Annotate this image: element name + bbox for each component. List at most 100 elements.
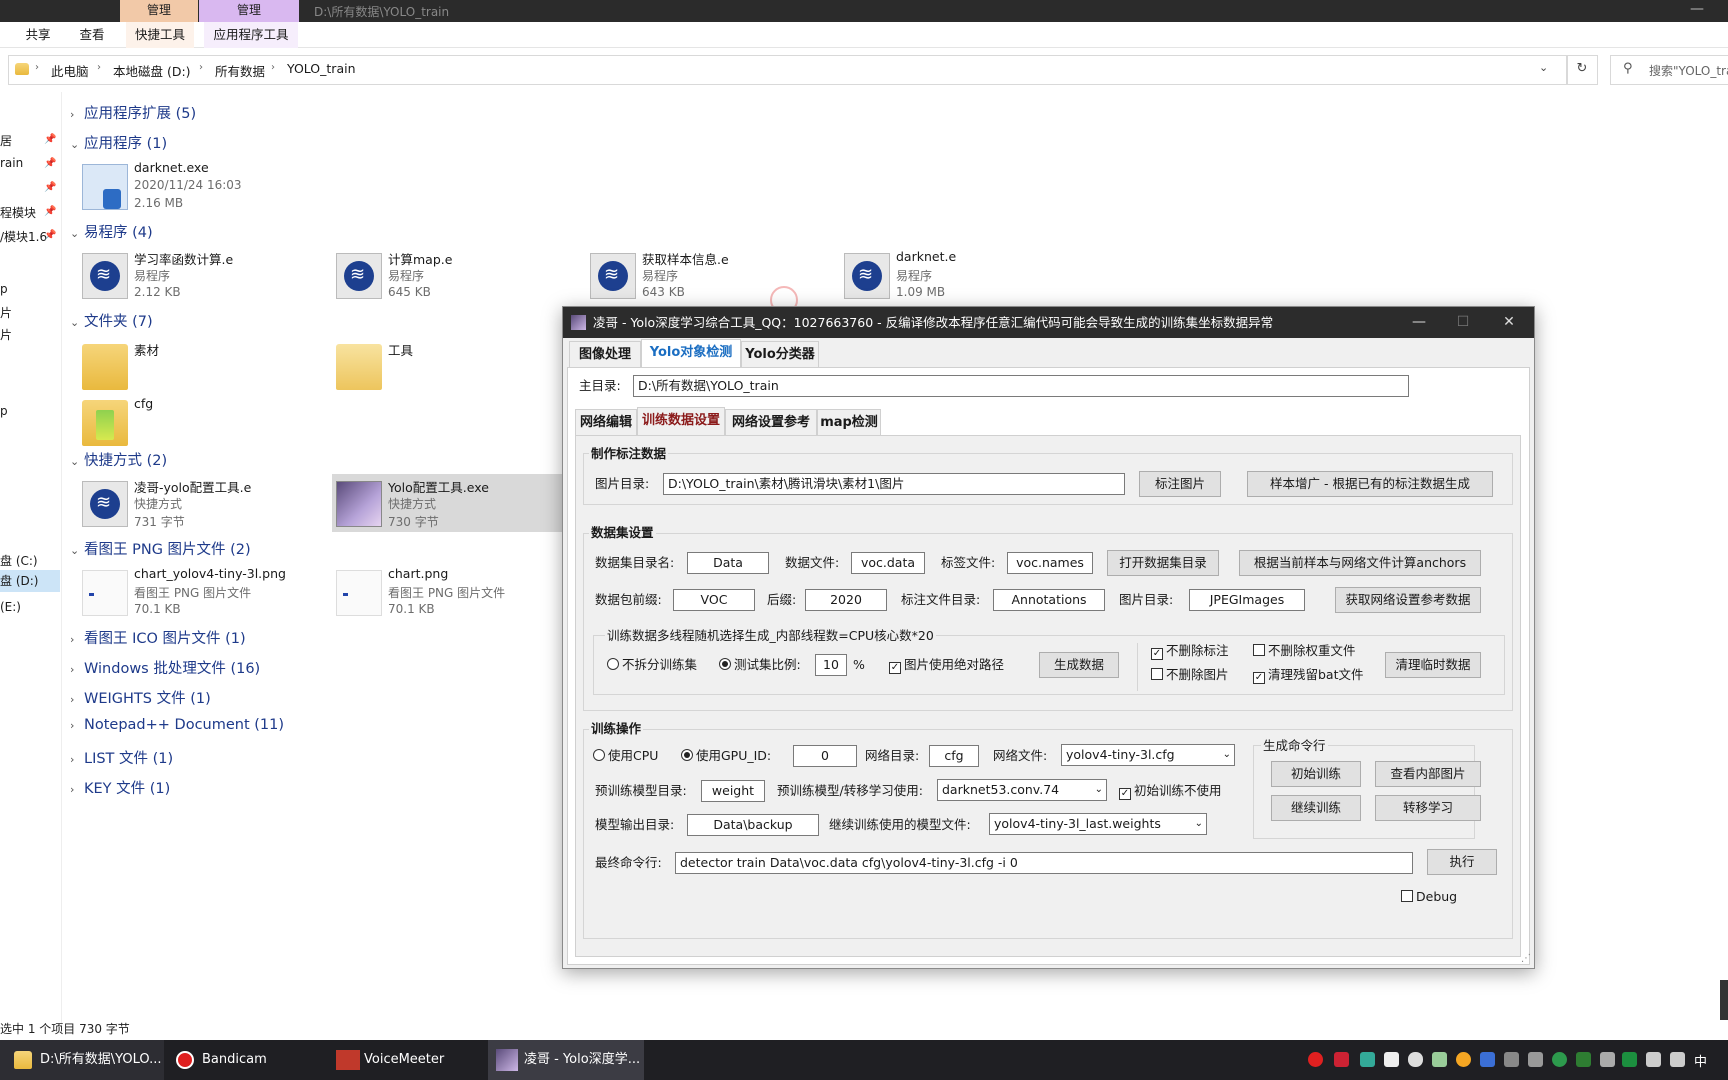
monitor-icon[interactable]	[1646, 1052, 1661, 1067]
nav-item[interactable]: 程模块	[0, 204, 36, 221]
test-ratio-input[interactable]: 10	[815, 654, 847, 676]
chevron-down-icon[interactable]: ⌄	[1539, 61, 1548, 74]
volume-icon[interactable]	[1670, 1052, 1685, 1067]
tab-network-reference[interactable]: 网络设置参考	[725, 409, 817, 435]
pretrain-model-select[interactable]: darknet53.conv.74 ⌄	[937, 779, 1107, 801]
search-input[interactable]: ⚲ 搜索"YOLO_tra	[1610, 55, 1728, 85]
folder-item[interactable]: cfg	[82, 396, 302, 450]
address-bar[interactable]: › 此电脑 › 本地磁盘 (D:) › 所有数据 › YOLO_train ⌄	[8, 55, 1568, 85]
abs-path-checkbox[interactable]: ✓ 图片使用绝对路径	[889, 655, 1004, 675]
taskbar-voicemeeter[interactable]: VoiceMeeter	[364, 1040, 444, 1080]
file-e-program[interactable]: 计算map.e 易程序 645 KB	[336, 249, 556, 303]
minimize-icon[interactable]: —	[1690, 1, 1704, 17]
tab-yolo-classifier[interactable]: Yolo分类器	[741, 341, 819, 367]
minimize-icon[interactable]: —	[1397, 307, 1441, 338]
net-dir-input[interactable]: cfg	[929, 745, 979, 767]
nav-item[interactable]: 片	[0, 326, 12, 343]
annotate-images-button[interactable]: 标注图片	[1139, 471, 1221, 497]
file-png[interactable]: chart.png 看图王 PNG 图片文件 70.1 KB	[336, 566, 556, 620]
person-icon[interactable]	[1504, 1052, 1519, 1067]
keep-images-checkbox[interactable]: 不删除图片	[1151, 665, 1229, 685]
ann-dir-input[interactable]: Annotations	[993, 589, 1105, 611]
breadcrumb-drive-d[interactable]: 本地磁盘 (D:)	[113, 61, 191, 80]
use-gpu-radio[interactable]: 使用GPU_ID:	[681, 746, 771, 766]
pretrain-dir-input[interactable]: weight	[701, 780, 765, 802]
chrome-icon[interactable]	[1552, 1052, 1567, 1067]
nav-item[interactable]: 片	[0, 304, 12, 321]
jpeg-dir-input[interactable]: JPEGImages	[1189, 589, 1305, 611]
nav-item[interactable]: p	[0, 404, 8, 418]
group-png-files[interactable]: ⌄ 看图王 PNG 图片文件 (2)	[70, 538, 251, 559]
maximize-icon[interactable]: ☐	[1441, 307, 1485, 338]
use-cpu-radio[interactable]: 使用CPU	[593, 746, 658, 766]
folder-item[interactable]: 工具	[336, 340, 556, 394]
tab-view[interactable]: 查看	[74, 22, 110, 48]
output-dir-input[interactable]: Data\backup	[687, 814, 819, 836]
nav-item[interactable]: 居	[0, 132, 12, 149]
group-e-programs[interactable]: ⌄ 易程序 (4)	[70, 221, 153, 242]
tab-yolo-detection[interactable]: Yolo对象检测	[641, 339, 741, 367]
keep-annotations-checkbox[interactable]: ✓ 不删除标注	[1151, 641, 1229, 661]
context-tab-manage-1[interactable]: 管理	[120, 0, 198, 22]
open-dataset-dir-button[interactable]: 打开数据集目录	[1107, 550, 1219, 576]
tab-network-edit[interactable]: 网络编辑	[575, 409, 637, 435]
no-init-pretrain-checkbox[interactable]: ✓ 初始训练不使用	[1119, 781, 1222, 801]
dataset-dir-input[interactable]: Data	[687, 552, 769, 574]
file-shortcut-selected[interactable]: Yolo配置工具.exe 快捷方式 730 字节	[336, 477, 556, 531]
transfer-learning-button[interactable]: 转移学习	[1375, 795, 1481, 821]
augment-samples-button[interactable]: 样本增广 - 根据已有的标注数据生成	[1247, 471, 1493, 497]
microphone-icon[interactable]	[1408, 1052, 1423, 1067]
headset-icon[interactable]	[1360, 1052, 1375, 1067]
tab-map-detection[interactable]: map检测	[817, 409, 881, 435]
folder-item[interactable]: 素材	[82, 340, 302, 394]
continue-model-select[interactable]: yolov4-tiny-3l_last.weights ⌄	[989, 813, 1207, 835]
tab-train-data-settings[interactable]: 训练数据设置	[637, 407, 725, 435]
gear-icon[interactable]	[1528, 1052, 1543, 1067]
scrollbar[interactable]	[1720, 980, 1728, 1020]
nav-item-drive-e[interactable]: (E:)	[0, 600, 21, 614]
resize-grip-icon[interactable]: ⋰	[1521, 953, 1531, 964]
file-darknet-exe[interactable]: darknet.exe 2020/11/24 16:03 2.16 MB	[82, 160, 302, 214]
nav-item-drive-d[interactable]: 盘 (D:)	[0, 570, 60, 592]
img-dir-input[interactable]: D:\YOLO_train\素材\腾讯滑块\素材1\图片	[663, 473, 1125, 495]
context-tab-manage-2[interactable]: 管理	[199, 0, 299, 22]
taskbar-bandicam[interactable]: Bandicam	[202, 1040, 267, 1080]
group-notepad-docs[interactable]: › Notepad++ Document (11)	[70, 717, 284, 733]
file-e-program[interactable]: 学习率函数计算.e 易程序 2.12 KB	[82, 249, 302, 303]
keep-weights-checkbox[interactable]: 不删除权重文件	[1253, 641, 1356, 661]
net-file-select[interactable]: yolov4-tiny-3l.cfg ⌄	[1061, 744, 1235, 766]
clean-bat-checkbox[interactable]: ✓ 清理残留bat文件	[1253, 665, 1364, 685]
shield-icon[interactable]	[1600, 1052, 1615, 1067]
security-icon[interactable]	[1576, 1052, 1591, 1067]
group-app-extensions[interactable]: › 应用程序扩展 (5)	[70, 102, 196, 123]
group-list-files[interactable]: › LIST 文件 (1)	[70, 747, 173, 768]
nav-item-drive-c[interactable]: 盘 (C:)	[0, 552, 38, 569]
view-internal-images-button[interactable]: 查看内部图片	[1375, 761, 1481, 787]
tab-share[interactable]: 共享	[20, 22, 56, 48]
cmd-input[interactable]: detector train Data\voc.data cfg\yolov4-…	[675, 852, 1413, 874]
debug-checkbox[interactable]: Debug	[1401, 887, 1457, 907]
file-png[interactable]: chart_yolov4-tiny-3l.png 看图王 PNG 图片文件 70…	[82, 566, 302, 620]
test-ratio-radio[interactable]: 测试集比例:	[719, 655, 801, 675]
file-shortcut[interactable]: 凌哥-yolo配置工具.e 快捷方式 731 字节	[82, 477, 302, 531]
g-icon[interactable]	[1456, 1052, 1471, 1067]
app-tray-icon[interactable]	[1334, 1052, 1349, 1067]
close-icon[interactable]: ✕	[1487, 307, 1531, 338]
group-folders[interactable]: ⌄ 文件夹 (7)	[70, 310, 153, 331]
breadcrumb-yolo-train[interactable]: YOLO_train	[287, 61, 356, 76]
clean-temp-button[interactable]: 清理临时数据	[1385, 652, 1481, 678]
breadcrumb-this-pc[interactable]: 此电脑	[51, 61, 89, 80]
refresh-icon[interactable]: ↻	[1566, 55, 1598, 85]
continue-train-button[interactable]: 继续训练	[1271, 795, 1361, 821]
network-app-icon[interactable]	[1480, 1052, 1495, 1067]
nav-item[interactable]: rain	[0, 156, 23, 170]
group-ico-files[interactable]: › 看图王 ICO 图片文件 (1)	[70, 627, 246, 648]
gpu-id-input[interactable]: 0	[793, 745, 857, 767]
phone-icon[interactable]	[1432, 1052, 1447, 1067]
group-key-files[interactable]: › KEY 文件 (1)	[70, 777, 170, 798]
calc-anchors-button[interactable]: 根据当前样本与网络文件计算anchors	[1239, 550, 1481, 576]
group-applications[interactable]: ⌄ 应用程序 (1)	[70, 132, 167, 153]
prefix-input[interactable]: VOC	[673, 589, 755, 611]
no-split-radio[interactable]: 不拆分训练集	[607, 655, 697, 675]
execute-button[interactable]: 执行	[1427, 849, 1497, 875]
